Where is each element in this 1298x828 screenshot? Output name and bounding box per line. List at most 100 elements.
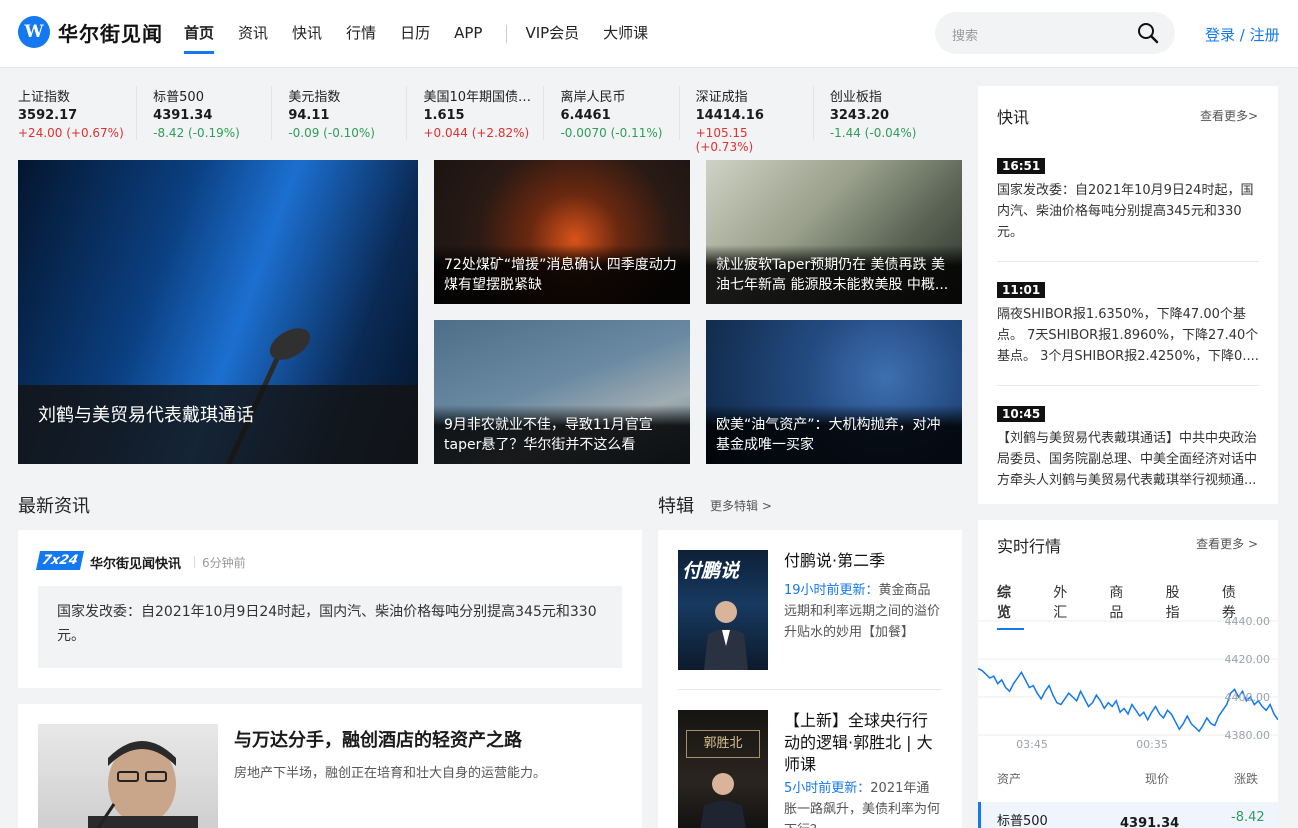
ticker-change: +105.15 (+0.73%) xyxy=(695,126,754,154)
news-thumb-title: 9月非农就业不佳，导致11月官宣taper悬了？华尔街并不这么看 xyxy=(434,405,690,464)
ticker-value: 3243.20 xyxy=(829,108,890,123)
nav-masterclass[interactable]: 大师课 xyxy=(603,0,648,68)
special-more-link[interactable]: 更多特辑 > xyxy=(710,497,772,514)
news-thumb-card[interactable]: 欧美“油气资产”：大机构抛弃，对冲基金成唯一买家 xyxy=(706,320,962,464)
nav-flash[interactable]: 快讯 xyxy=(292,0,322,68)
ticker-item[interactable]: 深证成指 14414.16 +105.15 (+0.73%) xyxy=(695,86,814,154)
special-item[interactable]: 付鹏说 付鹏说·第二季 19小时前更新：黄金商品远期和利率远期之间的溢价升贴水的… xyxy=(678,550,942,670)
market-row[interactable]: 标普500 4391.34 -8.42 xyxy=(978,802,1278,828)
ticker-value: 4391.34 xyxy=(153,108,213,123)
logo-mark: W xyxy=(18,16,50,48)
news-thumb-title: 72处煤矿“增援”消息确认 四季度动力煤有望摆脱紧缺 xyxy=(434,245,690,304)
top-header: W 华尔街见闻 首页 资讯 快讯 行情 日历 APP VIP会员 大师课 搜索 … xyxy=(0,0,1298,68)
nav-app[interactable]: APP xyxy=(454,0,482,68)
nav-divider xyxy=(506,25,508,43)
flash-divider xyxy=(997,385,1259,386)
news-thumb-card[interactable]: 就业疲软Taper预期仍在 美债再跌 美油七年新高 能源股未能救美股 中概... xyxy=(706,160,962,304)
market-ticker: 上证指数 3592.17 +24.00 (+0.67%) 标普500 4391.… xyxy=(18,86,963,154)
nav-calendar[interactable]: 日历 xyxy=(400,0,430,68)
ticker-change: +0.044 (+2.82%) xyxy=(423,126,530,140)
special-title: 【上新】全球央行行动的逻辑·郭胜北 | 大师课 xyxy=(784,711,933,774)
ticker-change: -8.42 (-0.19%) xyxy=(153,126,240,140)
flash-item-text: 隔夜SHIBOR报1.6350%，下降47.00个基点。 7天SHIBOR报1.… xyxy=(997,307,1259,364)
special-heading: 特辑 xyxy=(658,496,694,517)
special-divider xyxy=(678,689,942,690)
chart-y-tick: 4440.00 xyxy=(1225,615,1271,628)
flash-item[interactable]: 11:01 隔夜SHIBOR报1.6350%，下降47.00个基点。 7天SHI… xyxy=(997,279,1259,367)
person-silhouette-graphic xyxy=(700,773,746,828)
nav-vip[interactable]: VIP会员 xyxy=(525,0,579,68)
ticker-change: -0.09 (-0.10%) xyxy=(288,126,375,140)
flash-divider xyxy=(997,261,1259,262)
hero-title: 刘鹤与美贸易代表戴琪通话 xyxy=(18,385,418,464)
article-summary: 房地产下半场，融创正在培育和壮大自身的运营能力。 xyxy=(234,766,547,781)
nav-markets[interactable]: 行情 xyxy=(346,0,376,68)
col-asset: 资产 xyxy=(997,772,1022,786)
flash-item-text: 【刘鹤与美贸易代表戴琪通话】中共中央政治局委员、国务院副总理、中美全面经济对话中… xyxy=(997,431,1258,488)
person-silhouette-graphic xyxy=(704,601,748,670)
special-desc: 19小时前更新：黄金商品远期和利率远期之间的溢价升贴水的妙用【加餐】 xyxy=(784,580,942,643)
ticker-value: 94.11 xyxy=(288,108,330,123)
market-row-price: 4391.34 xyxy=(1120,816,1180,828)
ticker-item[interactable]: 创业板指 3243.20 -1.44 (-0.04%) xyxy=(830,86,947,140)
search-input[interactable]: 搜索 xyxy=(935,12,1175,54)
ticker-value: 6.4461 xyxy=(560,108,611,123)
flash-panel: 快讯 查看更多> 16:51 国家发改委：自2021年10月9日24时起，国内汽… xyxy=(978,86,1278,504)
flash-time: 6分钟前 xyxy=(194,556,246,570)
ticker-item[interactable]: 美元指数 94.11 -0.09 (-0.10%) xyxy=(288,86,408,140)
site-logo[interactable]: W 华尔街见闻 xyxy=(18,16,163,48)
ticker-item[interactable]: 美国10年期国债收... 1.615 +0.044 (+2.82%) xyxy=(423,86,545,140)
flash-item-time: 16:51 xyxy=(997,158,1046,174)
ticker-change: -1.44 (-0.04%) xyxy=(829,126,917,140)
ticker-item[interactable]: 离岸人民币 6.4461 -0.0070 (-0.11%) xyxy=(560,86,680,140)
news-thumb-title: 欧美“油气资产”：大机构抛弃，对冲基金成唯一买家 xyxy=(706,405,962,464)
flash-item-text: 国家发改委：自2021年10月9日24时起，国内汽、柴油价格每吨分别提高345元… xyxy=(997,183,1254,240)
col-price: 现价 xyxy=(1145,772,1170,786)
nav-home[interactable]: 首页 xyxy=(184,0,215,68)
ticker-item[interactable]: 标普500 4391.34 -8.42 (-0.19%) xyxy=(153,86,273,140)
flash-item[interactable]: 10:45 【刘鹤与美贸易代表戴琪通话】中共中央政治局委员、国务院副总理、中美全… xyxy=(997,403,1259,491)
flash-item[interactable]: 16:51 国家发改委：自2021年10月9日24时起，国内汽、柴油价格每吨分别… xyxy=(997,155,1259,243)
badge-7x24: 7x24 xyxy=(35,551,85,570)
ticker-value: 3592.17 xyxy=(18,108,78,123)
flash-text: 国家发改委：自2021年10月9日24时起，国内汽、柴油价格每吨分别提高345元… xyxy=(38,586,622,668)
market-more-link[interactable]: 查看更多 > xyxy=(1196,535,1258,552)
special-card: 付鹏说 付鹏说·第二季 19小时前更新：黄金商品远期和利率远期之间的溢价升贴水的… xyxy=(658,530,962,828)
flash-item-time: 11:01 xyxy=(997,282,1046,298)
flash-news-card[interactable]: 7x24 华尔街见闻快讯 6分钟前 国家发改委：自2021年10月9日24时起，… xyxy=(18,530,642,688)
market-heading: 实时行情 xyxy=(997,537,1062,556)
news-thumb-card[interactable]: 72处煤矿“增援”消息确认 四季度动力煤有望摆脱紧缺 xyxy=(434,160,690,304)
latest-news-heading: 最新资讯 xyxy=(18,496,90,517)
special-item[interactable]: 郭胜北 【上新】全球央行行动的逻辑·郭胜北 | 大师课 5小时前更新：2021年… xyxy=(678,710,942,828)
ticker-value: 1.615 xyxy=(423,108,465,123)
ticker-change: -0.0070 (-0.11%) xyxy=(560,126,663,140)
article-title: 与万达分手，融创酒店的轻资产之路 xyxy=(234,730,522,751)
ticker-name: 创业板指 xyxy=(829,90,882,105)
news-thumb-title: 就业疲软Taper预期仍在 美债再跌 美油七年新高 能源股未能救美股 中概... xyxy=(706,245,962,304)
market-row-name: 标普500 xyxy=(997,814,1048,828)
market-panel: 实时行情 查看更多 > 综览 外汇 商品 股指 债券 4440.00 4420.0… xyxy=(978,520,1278,828)
chart-y-tick: 4400.00 xyxy=(1225,691,1271,704)
chart-y-tick: 4380.00 xyxy=(1225,729,1271,742)
person-photo-graphic xyxy=(88,741,198,828)
login-register-link[interactable]: 登录 / 注册 xyxy=(1205,24,1280,45)
search-placeholder: 搜索 xyxy=(952,29,979,44)
flash-more-link[interactable]: 查看更多> xyxy=(1200,107,1258,124)
main-nav: 首页 资讯 快讯 行情 日历 APP VIP会员 大师课 xyxy=(184,0,672,68)
news-thumb-card[interactable]: 9月非农就业不佳，导致11月官宣taper悬了？华尔街并不这么看 xyxy=(434,320,690,464)
article-card[interactable]: 与万达分手，融创酒店的轻资产之路 房地产下半场，融创正在培育和壮大自身的运营能力… xyxy=(18,704,642,828)
search-icon[interactable] xyxy=(1137,22,1159,44)
special-desc: 5小时前更新：2021年通胀一路飙升，美债利率为何下行？ xyxy=(784,778,942,828)
flash-heading: 快讯 xyxy=(997,108,1030,127)
nav-news[interactable]: 资讯 xyxy=(238,0,268,68)
market-row-change: -8.42 xyxy=(1231,810,1265,825)
hero-article[interactable]: 刘鹤与美贸易代表戴琪通话 xyxy=(18,160,418,464)
ticker-name: 标普500 xyxy=(153,90,204,105)
special-title: 付鹏说·第二季 xyxy=(784,551,886,570)
ticker-item[interactable]: 上证指数 3592.17 +24.00 (+0.67%) xyxy=(18,86,138,140)
flash-item-time: 10:45 xyxy=(997,406,1046,422)
ticker-name: 深证成指 xyxy=(695,90,748,105)
chart-y-tick: 4420.00 xyxy=(1225,653,1271,666)
ticker-value: 14414.16 xyxy=(695,108,764,123)
special-cover: 郭胜北 xyxy=(678,710,768,828)
